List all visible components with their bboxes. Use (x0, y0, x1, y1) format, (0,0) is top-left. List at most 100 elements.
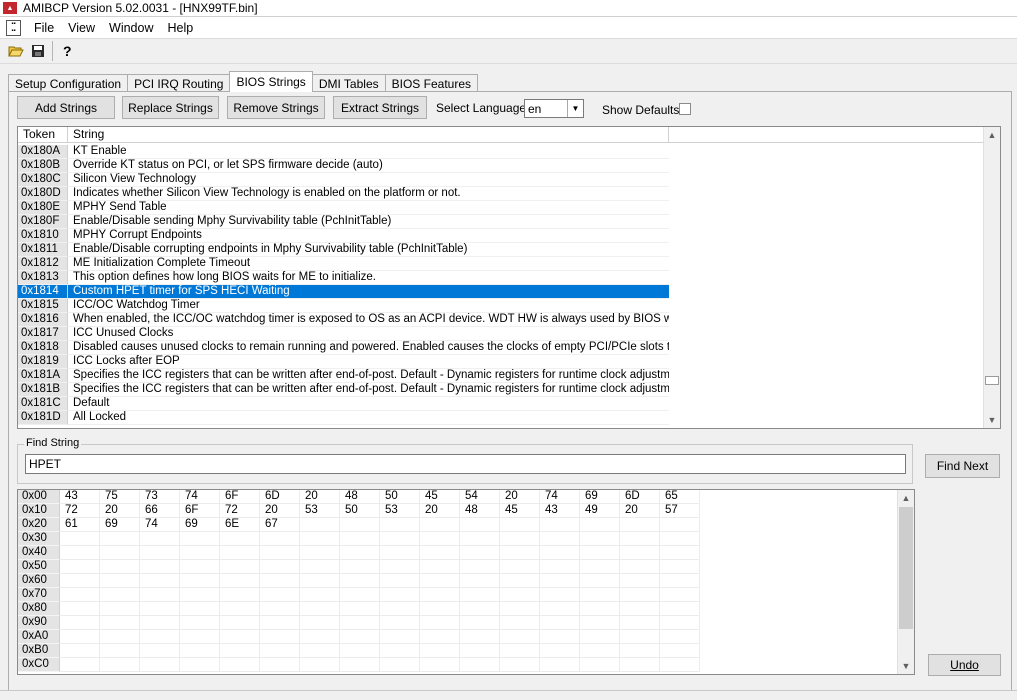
string-cell[interactable]: Override KT status on PCI, or let SPS fi… (68, 159, 669, 173)
token-cell[interactable]: 0x180B (18, 159, 68, 173)
hex-byte-cell[interactable] (580, 644, 620, 658)
hex-byte-cell[interactable] (580, 658, 620, 672)
hex-byte-cell[interactable] (260, 658, 300, 672)
table-row[interactable]: 0x1810 MPHY Corrupt Endpoints (18, 229, 985, 243)
hex-byte-cell[interactable] (260, 560, 300, 574)
column-header-token[interactable]: Token (18, 127, 68, 143)
hex-byte-cell[interactable] (60, 560, 100, 574)
hex-byte-cell[interactable] (540, 644, 580, 658)
chevron-down-icon[interactable]: ▼ (898, 658, 914, 674)
hex-byte-cell[interactable] (260, 588, 300, 602)
hex-byte-cell[interactable] (300, 658, 340, 672)
hex-byte-cell[interactable] (220, 630, 260, 644)
hex-byte-cell[interactable] (660, 574, 700, 588)
hex-byte-cell[interactable] (420, 616, 460, 630)
hex-byte-cell[interactable] (620, 602, 660, 616)
hex-byte-cell[interactable] (300, 630, 340, 644)
hex-byte-cell[interactable] (300, 602, 340, 616)
scroll-thumb[interactable] (899, 507, 913, 629)
hex-byte-cell[interactable] (620, 518, 660, 532)
string-cell[interactable]: ICC/OC Watchdog Timer (68, 299, 669, 313)
hex-byte-cell[interactable] (620, 532, 660, 546)
hex-byte-cell[interactable] (420, 602, 460, 616)
hex-byte-cell[interactable] (100, 616, 140, 630)
hex-byte-cell[interactable] (100, 602, 140, 616)
hex-byte-cell[interactable] (380, 616, 420, 630)
hex-byte-cell[interactable] (300, 532, 340, 546)
hex-byte-cell[interactable] (100, 532, 140, 546)
hex-byte-cell[interactable] (540, 602, 580, 616)
hex-byte-cell[interactable] (220, 546, 260, 560)
chevron-up-icon[interactable]: ▲ (984, 127, 1000, 143)
hex-byte-cell[interactable] (580, 588, 620, 602)
string-cell[interactable]: Enable/Disable sending Mphy Survivabilit… (68, 215, 669, 229)
hex-byte-cell[interactable]: 6E (220, 518, 260, 532)
hex-byte-cell[interactable] (140, 574, 180, 588)
dropdown-arrow-icon[interactable]: ▼ (567, 100, 583, 117)
hex-byte-cell[interactable] (220, 574, 260, 588)
token-cell[interactable]: 0x1811 (18, 243, 68, 257)
hex-byte-cell[interactable] (220, 658, 260, 672)
hex-byte-cell[interactable]: 45 (420, 490, 460, 504)
table-row[interactable]: 0x181C Default (18, 397, 985, 411)
hex-byte-cell[interactable] (260, 574, 300, 588)
hex-byte-cell[interactable] (460, 630, 500, 644)
hex-byte-cell[interactable]: 20 (620, 504, 660, 518)
strings-grid[interactable]: Token String 0x180A KT Enable 0x180B Overri… (17, 126, 1001, 429)
hex-byte-cell[interactable] (340, 560, 380, 574)
hex-byte-cell[interactable] (300, 546, 340, 560)
hex-byte-cell[interactable] (380, 630, 420, 644)
hex-byte-cell[interactable] (60, 574, 100, 588)
hex-byte-cell[interactable] (300, 644, 340, 658)
hex-byte-cell[interactable] (60, 616, 100, 630)
hex-byte-cell[interactable] (60, 532, 100, 546)
hex-byte-cell[interactable]: 65 (660, 490, 700, 504)
open-folder-icon[interactable] (5, 41, 27, 61)
hex-byte-cell[interactable] (540, 546, 580, 560)
hex-byte-cell[interactable] (500, 560, 540, 574)
hex-byte-cell[interactable] (500, 602, 540, 616)
string-cell[interactable]: MPHY Corrupt Endpoints (68, 229, 669, 243)
hex-byte-cell[interactable]: 20 (500, 490, 540, 504)
hex-byte-cell[interactable] (60, 658, 100, 672)
hex-byte-cell[interactable] (580, 518, 620, 532)
hex-byte-cell[interactable] (660, 658, 700, 672)
string-cell[interactable]: MPHY Send Table (68, 201, 669, 215)
help-icon[interactable]: ? (56, 41, 78, 61)
hex-byte-cell[interactable] (340, 546, 380, 560)
hex-byte-cell[interactable] (340, 518, 380, 532)
string-cell[interactable]: Silicon View Technology (68, 173, 669, 187)
hex-byte-cell[interactable] (660, 518, 700, 532)
hex-byte-cell[interactable] (100, 574, 140, 588)
hex-byte-cell[interactable] (300, 560, 340, 574)
hex-byte-cell[interactable] (220, 560, 260, 574)
hex-byte-cell[interactable] (460, 658, 500, 672)
table-row[interactable]: 0x180E MPHY Send Table (18, 201, 985, 215)
hex-byte-cell[interactable] (500, 574, 540, 588)
hex-byte-cell[interactable] (380, 560, 420, 574)
hex-byte-cell[interactable] (220, 616, 260, 630)
hex-byte-cell[interactable] (540, 658, 580, 672)
hex-byte-cell[interactable] (620, 588, 660, 602)
chevron-up-icon[interactable]: ▲ (898, 490, 914, 506)
hex-byte-cell[interactable]: 20 (420, 504, 460, 518)
hex-byte-cell[interactable] (300, 518, 340, 532)
hex-byte-cell[interactable] (140, 616, 180, 630)
hex-byte-cell[interactable] (460, 532, 500, 546)
token-cell[interactable]: 0x180A (18, 145, 68, 159)
add-strings-button[interactable]: Add Strings (17, 96, 115, 119)
hex-byte-cell[interactable] (140, 658, 180, 672)
token-cell[interactable]: 0x1812 (18, 257, 68, 271)
hex-byte-cell[interactable] (340, 602, 380, 616)
save-icon[interactable] (27, 41, 49, 61)
hex-byte-cell[interactable] (580, 574, 620, 588)
hex-byte-cell[interactable] (340, 588, 380, 602)
language-select[interactable]: en ▼ (524, 99, 584, 118)
hex-byte-cell[interactable] (540, 574, 580, 588)
table-row[interactable]: 0x1817 ICC Unused Clocks (18, 327, 985, 341)
token-cell[interactable]: 0x180E (18, 201, 68, 215)
hex-byte-cell[interactable] (540, 588, 580, 602)
hex-byte-cell[interactable] (660, 602, 700, 616)
hex-byte-cell[interactable] (500, 630, 540, 644)
hex-byte-cell[interactable] (60, 644, 100, 658)
